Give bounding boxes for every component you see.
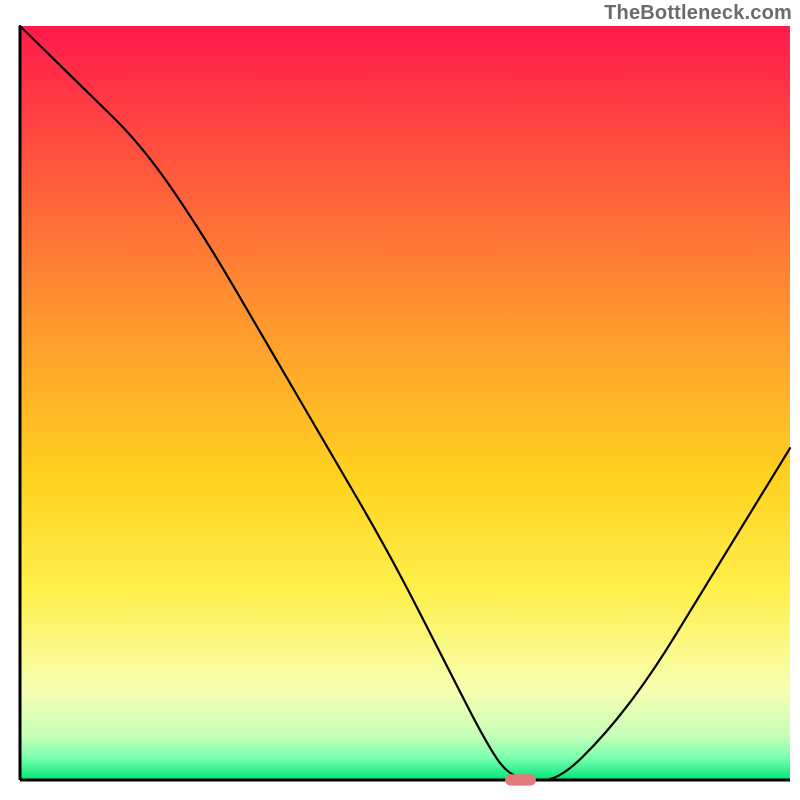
plot-area <box>20 26 790 780</box>
bottleneck-chart <box>0 0 800 800</box>
sweet-spot-marker <box>505 774 536 785</box>
chart-container: TheBottleneck.com <box>0 0 800 800</box>
watermark-label: TheBottleneck.com <box>604 2 792 25</box>
